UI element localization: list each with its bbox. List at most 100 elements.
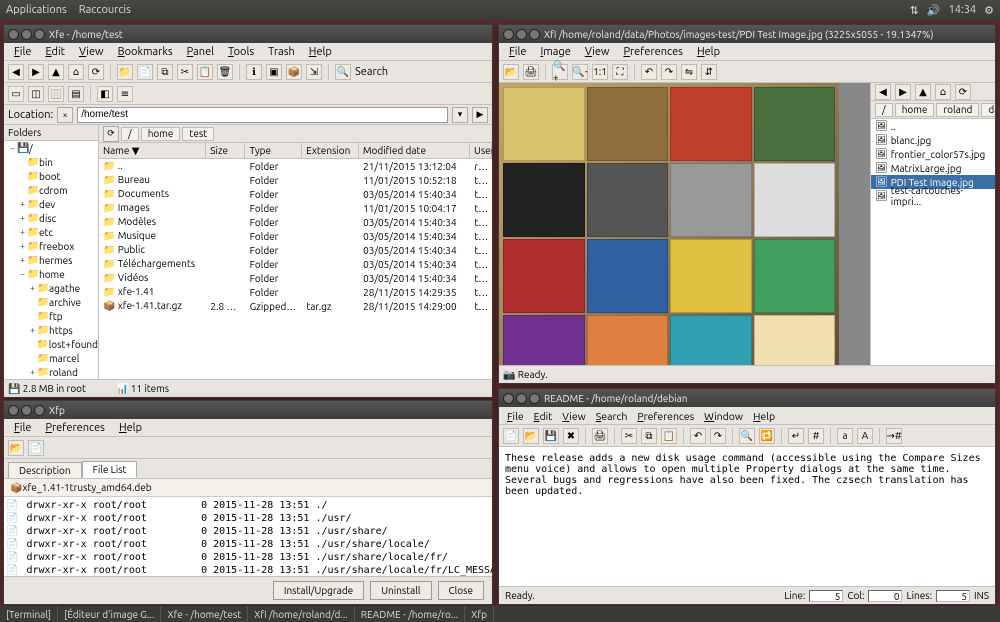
tree-node-dev[interactable]: +📁dev	[4, 197, 98, 211]
close-file-button[interactable]: ✖	[563, 428, 579, 444]
tree-toggle-icon[interactable]: −	[18, 269, 27, 279]
menu-prefs[interactable]: Preferences	[633, 409, 698, 423]
task-button[interactable]: Xfe - /home/test	[161, 606, 248, 622]
file-row[interactable]: 📁 Vidéos Folder 03/05/2014 15:40:34 tes	[99, 271, 492, 285]
close-icon[interactable]	[8, 405, 19, 416]
rotate-right-button[interactable]: ↷	[661, 64, 677, 80]
tree-node-/[interactable]: −💾/	[4, 141, 98, 155]
thumbs-forward[interactable]: ▶	[895, 84, 911, 100]
file-row[interactable]: 📁 Téléchargements Folder 03/05/2014 15:4…	[99, 257, 492, 271]
close-icon[interactable]	[503, 29, 514, 40]
redo-button[interactable]: ↷	[710, 428, 726, 444]
location-input[interactable]	[77, 107, 448, 123]
listing-row[interactable]: 📄 drwxr-xr-x root/root 0 2015-11-28 13:5…	[6, 551, 490, 564]
tree-node-freebox[interactable]: +📁freebox	[4, 239, 98, 253]
tree-toggle-icon[interactable]: +	[18, 255, 27, 265]
maximize-icon[interactable]	[34, 29, 45, 40]
folder-tree[interactable]: Folders −💾/📁bin📁boot📁cdrom+📁dev+📁disc+📁e…	[4, 125, 99, 379]
new-folder-button[interactable]: 📁	[117, 64, 133, 80]
task-button[interactable]: README - /home/ro...	[355, 606, 465, 622]
tab-filelist[interactable]: File List	[82, 461, 138, 478]
tree-toggle-icon[interactable]: −	[8, 143, 17, 153]
wrap-button[interactable]: ↵	[788, 428, 804, 444]
listing-row[interactable]: 📄 drwxr-xr-x root/root 0 2015-11-28 13:5…	[6, 538, 490, 551]
replace-button[interactable]: 🔁	[759, 428, 775, 444]
editor-textarea[interactable]: These release adds a new disk usage comm…	[499, 447, 995, 586]
minimize-icon[interactable]	[21, 29, 32, 40]
tree-node-marcel[interactable]: 📁marcel	[4, 351, 98, 365]
find-button[interactable]: 🔍	[739, 428, 755, 444]
menu-tools[interactable]: Tools	[222, 45, 260, 59]
menu-edit[interactable]: Edit	[530, 409, 557, 423]
xfp-titlebar[interactable]: Xfp	[4, 401, 492, 419]
view-icons[interactable]: ◧	[97, 86, 113, 102]
tree-node-agathe[interactable]: +📁agathe	[4, 281, 98, 295]
menu-file[interactable]: File	[503, 409, 528, 423]
menu-window[interactable]: Window	[700, 409, 747, 423]
flip-v-button[interactable]: ⇵	[701, 64, 717, 80]
menu-help[interactable]: Help	[749, 409, 779, 423]
thumb-item[interactable]: 🖼MatrixLarge.jpg	[871, 161, 995, 175]
close-icon[interactable]	[503, 393, 514, 404]
rotate-left-button[interactable]: ↶	[641, 64, 657, 80]
file-row[interactable]: 📦 xfe-1.41.tar.gz 2.8 MB Gzipped Tar tar…	[99, 299, 492, 313]
maximize-icon[interactable]	[529, 29, 540, 40]
tree-node-disc[interactable]: +📁disc	[4, 211, 98, 225]
thumb-item[interactable]: 🖼blanc.jpg	[871, 133, 995, 147]
thumbs-up[interactable]: ▲	[915, 84, 931, 100]
volume-icon[interactable]: 🔊	[927, 4, 941, 17]
zoom-in-button[interactable]: 🔍+	[552, 64, 568, 80]
linenum-button[interactable]: #	[808, 428, 824, 444]
tab-description[interactable]: Description	[8, 462, 82, 478]
print-button[interactable]: 🖨	[592, 428, 608, 444]
tree-node-https[interactable]: +📁https	[4, 323, 98, 337]
file-row[interactable]: 📁 Documents Folder 03/05/2014 15:40:34 t…	[99, 187, 492, 201]
panel-mode-4[interactable]: ▤	[68, 86, 84, 102]
delete-button[interactable]: 🗑	[217, 64, 233, 80]
back-button[interactable]: ◀	[8, 64, 24, 80]
xfe-titlebar[interactable]: Xfe - /home/test	[4, 25, 492, 43]
panel-mode-1[interactable]: ▭	[8, 86, 24, 102]
task-button[interactable]: [Éditeur d'image G...	[58, 606, 161, 622]
tree-toggle-icon[interactable]: +	[18, 241, 27, 251]
crumb-test[interactable]: test	[182, 127, 214, 141]
crumb-root[interactable]: /	[121, 127, 139, 141]
image-viewport[interactable]	[499, 83, 870, 365]
go-arrow-button[interactable]: ▶	[472, 107, 488, 123]
maximize-icon[interactable]	[34, 405, 45, 416]
tree-toggle-icon[interactable]: +	[28, 367, 37, 377]
cut-button[interactable]: ✂	[177, 64, 193, 80]
maximize-icon[interactable]	[529, 393, 540, 404]
power-icon[interactable]: ⚙	[984, 4, 994, 17]
uppercase-button[interactable]: A	[857, 428, 873, 444]
menu-preferences[interactable]: Preferences	[39, 421, 111, 435]
menu-file[interactable]: File	[8, 45, 37, 59]
terminal-button[interactable]: ▣	[266, 64, 282, 80]
menu-help[interactable]: Help	[303, 45, 338, 59]
crumb-home[interactable]: home	[141, 127, 181, 141]
go-button[interactable]: ▾	[452, 107, 468, 123]
network-icon[interactable]: ⇅	[910, 4, 919, 17]
crumb-home[interactable]: home	[895, 103, 935, 117]
new-file-button[interactable]: 📄	[137, 64, 153, 80]
file-row[interactable]: 📁 .. Folder 21/11/2015 13:12:04 roo	[99, 159, 492, 173]
col-type[interactable]: Type	[245, 143, 302, 158]
column-headers[interactable]: Name ▼ Size Type Extension Modified date…	[99, 143, 492, 159]
new-file-button[interactable]: 📄	[503, 428, 519, 444]
extract-button[interactable]: ⇲	[306, 64, 322, 80]
uninstall-button[interactable]: Uninstall	[370, 581, 431, 600]
thumb-item[interactable]: 🖼frontier_color57s.jpg	[871, 147, 995, 161]
open-pkg-button[interactable]: 📂	[8, 440, 24, 456]
tree-toggle-icon[interactable]: +	[18, 199, 27, 209]
crumb-data[interactable]: data	[981, 103, 995, 117]
zoom-out-button[interactable]: 🔍-	[572, 64, 588, 80]
tree-node-archive[interactable]: 📁archive	[4, 295, 98, 309]
menu-search[interactable]: Search	[592, 409, 632, 423]
minimize-icon[interactable]	[516, 393, 527, 404]
properties-button[interactable]: ℹ	[246, 64, 262, 80]
tree-node-cdrom[interactable]: 📁cdrom	[4, 183, 98, 197]
open-file-button[interactable]: 📂	[523, 428, 539, 444]
tree-toggle-icon[interactable]: +	[18, 213, 27, 223]
tree-node-ftp[interactable]: 📁ftp	[4, 309, 98, 323]
menu-view[interactable]: View	[558, 409, 590, 423]
